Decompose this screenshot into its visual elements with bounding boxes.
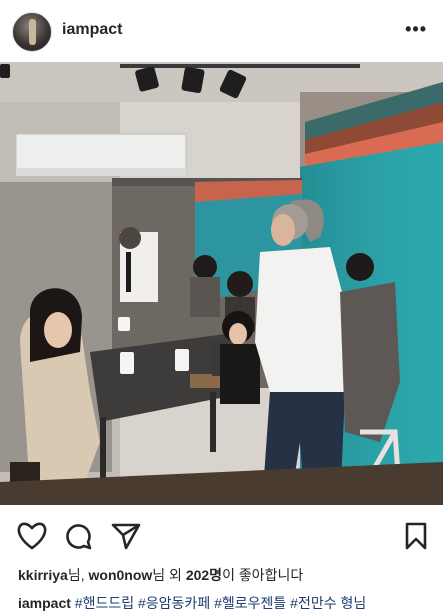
caption-username[interactable]: iampact (18, 595, 71, 611)
likes-separator: 님, (67, 567, 89, 583)
post-caption: iampact #핸드드립 #응암동카페 #헬로우젠틀 #전만수 형님 (18, 593, 366, 613)
likes-separator: 님 외 (152, 567, 186, 583)
share-icon[interactable] (111, 522, 141, 555)
likes-count[interactable]: 202명 (186, 567, 222, 583)
cafe-scene-image (0, 62, 443, 505)
post-photo[interactable] (0, 62, 443, 505)
more-icon[interactable]: ••• (405, 20, 427, 38)
comment-icon[interactable] (65, 522, 93, 555)
caption-text[interactable]: #핸드드립 #응암동카페 #헬로우젠틀 #전만수 형님 (71, 595, 366, 611)
liker-name[interactable]: kkirriya (18, 567, 68, 583)
likes-summary[interactable]: kkirriya님, won0now님 외 202명이 좋아합니다 (18, 565, 303, 585)
likes-suffix: 이 좋아합니다 (222, 567, 304, 583)
heart-icon[interactable] (17, 522, 47, 555)
post-username[interactable]: iampact (62, 21, 122, 39)
bookmark-icon[interactable] (405, 522, 427, 555)
profile-avatar[interactable] (12, 12, 52, 52)
liker-name[interactable]: won0now (89, 567, 153, 583)
action-bar (0, 508, 443, 550)
post-header: iampact ••• (0, 0, 443, 62)
